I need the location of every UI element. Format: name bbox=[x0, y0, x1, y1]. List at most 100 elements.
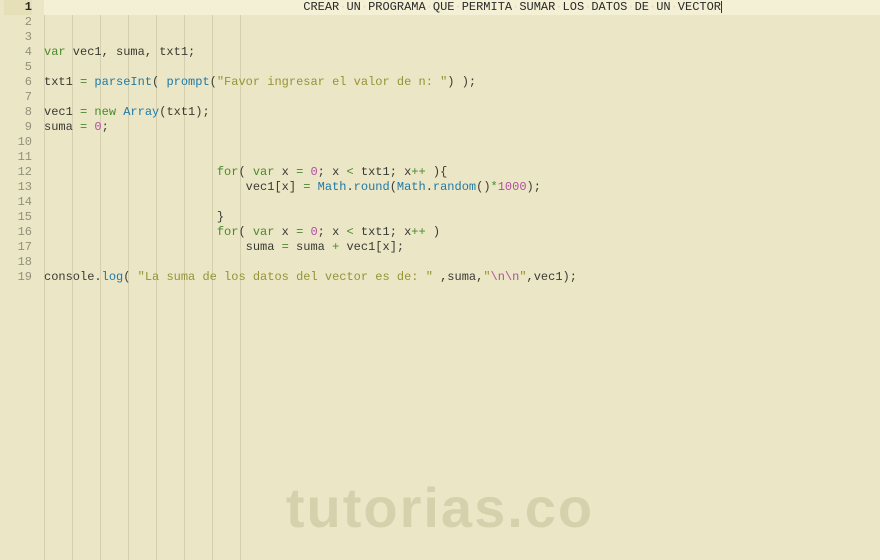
line-number: 7 bbox=[4, 90, 32, 105]
token-punc: ( bbox=[238, 225, 252, 239]
token-kw: for bbox=[217, 165, 239, 179]
code-line[interactable] bbox=[44, 195, 880, 210]
token-func: parseInt bbox=[94, 75, 152, 89]
line-number: 10 bbox=[4, 135, 32, 150]
code-line[interactable] bbox=[44, 150, 880, 165]
line-number: 11 bbox=[4, 150, 32, 165]
code-line[interactable]: txt1 = parseInt( prompt("Favor ingresar … bbox=[44, 75, 880, 90]
line-number: 6 bbox=[4, 75, 32, 90]
token-op: < bbox=[346, 225, 353, 239]
line-number: 8 bbox=[4, 105, 32, 120]
code-line[interactable]: vec1[x] = Math.round(Math.random()*1000)… bbox=[44, 180, 880, 195]
token-dot: · bbox=[426, 0, 433, 14]
token-func: random bbox=[433, 180, 476, 194]
token-id: x bbox=[274, 225, 296, 239]
token-id: vec1 bbox=[44, 105, 80, 119]
token-id bbox=[310, 180, 317, 194]
text-cursor bbox=[721, 1, 722, 13]
code-line[interactable]: var vec1, suma, txt1; bbox=[44, 45, 880, 60]
token-op: ++ bbox=[411, 165, 425, 179]
token-func: Math bbox=[397, 180, 426, 194]
token-punc: ( bbox=[210, 75, 217, 89]
token-header: PERMITA bbox=[462, 0, 512, 14]
token-func: Array bbox=[123, 105, 159, 119]
line-number: 4 bbox=[4, 45, 32, 60]
token-id: txt1 bbox=[44, 75, 80, 89]
token-id: suma bbox=[44, 120, 80, 134]
token-str: "Favor ingresar el valor de n: " bbox=[217, 75, 447, 89]
token-header: QUE bbox=[433, 0, 455, 14]
token-kw: var bbox=[44, 45, 66, 59]
token-str: " bbox=[519, 270, 526, 284]
code-area[interactable]: CREAR·UN·PROGRAMA·QUE·PERMITA·SUMAR·LOS·… bbox=[40, 0, 880, 560]
token-punc: ( bbox=[152, 75, 166, 89]
token-id: txt1; x bbox=[354, 165, 412, 179]
token-punc: ( bbox=[238, 165, 252, 179]
token-kw: new bbox=[94, 105, 116, 119]
token-id: (txt1); bbox=[159, 105, 209, 119]
line-number: 1 bbox=[4, 0, 32, 15]
line-number: 3 bbox=[4, 30, 32, 45]
token-func: prompt bbox=[166, 75, 209, 89]
token-dot: · bbox=[555, 0, 562, 14]
token-num: 0 bbox=[310, 165, 317, 179]
token-kw: var bbox=[253, 225, 275, 239]
code-line[interactable] bbox=[44, 90, 880, 105]
line-number: 13 bbox=[4, 180, 32, 195]
code-line[interactable] bbox=[44, 30, 880, 45]
token-punc: () bbox=[476, 180, 490, 194]
code-line[interactable]: for( var x = 0; x < txt1; x++ ) bbox=[44, 225, 880, 240]
line-number: 2 bbox=[4, 15, 32, 30]
line-number: 5 bbox=[4, 60, 32, 75]
code-line[interactable] bbox=[44, 255, 880, 270]
token-punc: ; bbox=[102, 120, 109, 134]
token-header: UN bbox=[346, 0, 360, 14]
token-dot: · bbox=[455, 0, 462, 14]
code-line[interactable]: CREAR·UN·PROGRAMA·QUE·PERMITA·SUMAR·LOS·… bbox=[44, 0, 880, 15]
token-dot: · bbox=[671, 0, 678, 14]
token-op: = bbox=[282, 240, 289, 254]
token-num: 1000 bbox=[498, 180, 527, 194]
token-func: log bbox=[102, 270, 124, 284]
code-line[interactable] bbox=[44, 15, 880, 30]
code-line[interactable]: vec1 = new Array(txt1); bbox=[44, 105, 880, 120]
token-punc: . bbox=[426, 180, 433, 194]
token-id: txt1; x bbox=[354, 225, 412, 239]
token-op: * bbox=[491, 180, 498, 194]
token-punc: ){ bbox=[426, 165, 448, 179]
token-id: ,vec1); bbox=[527, 270, 577, 284]
token-kw: var bbox=[253, 165, 275, 179]
token-header: SUMAR bbox=[519, 0, 555, 14]
token-header: VECTOR bbox=[678, 0, 721, 14]
token-punc: } bbox=[217, 210, 224, 224]
code-line[interactable]: suma = 0; bbox=[44, 120, 880, 135]
token-punc: ) ); bbox=[447, 75, 476, 89]
code-line[interactable] bbox=[44, 135, 880, 150]
code-editor[interactable]: 12345678910111213141516171819 CREAR·UN·P… bbox=[0, 0, 880, 560]
token-id: ; x bbox=[318, 225, 347, 239]
token-header: CREAR bbox=[303, 0, 339, 14]
token-num: 0 bbox=[310, 225, 317, 239]
code-line[interactable]: console.log( "La suma de los datos del v… bbox=[44, 270, 880, 285]
token-id: vec1[x] bbox=[246, 180, 304, 194]
token-punc: ) bbox=[426, 225, 440, 239]
token-header: PROGRAMA bbox=[368, 0, 426, 14]
line-number: 9 bbox=[4, 120, 32, 135]
token-punc: . bbox=[94, 270, 101, 284]
token-punc: . bbox=[346, 180, 353, 194]
token-str: " bbox=[483, 270, 490, 284]
line-number: 14 bbox=[4, 195, 32, 210]
token-header: DATOS bbox=[591, 0, 627, 14]
line-number: 17 bbox=[4, 240, 32, 255]
code-line[interactable]: for( var x = 0; x < txt1; x++ ){ bbox=[44, 165, 880, 180]
token-func: round bbox=[354, 180, 390, 194]
token-num: 0 bbox=[94, 120, 101, 134]
token-header: UN bbox=[656, 0, 670, 14]
code-line[interactable] bbox=[44, 60, 880, 75]
code-line[interactable]: } bbox=[44, 210, 880, 225]
token-header: DE bbox=[635, 0, 649, 14]
token-punc: ( bbox=[390, 180, 397, 194]
token-id: suma bbox=[289, 240, 332, 254]
token-op: ++ bbox=[411, 225, 425, 239]
code-line[interactable]: suma = suma + vec1[x]; bbox=[44, 240, 880, 255]
